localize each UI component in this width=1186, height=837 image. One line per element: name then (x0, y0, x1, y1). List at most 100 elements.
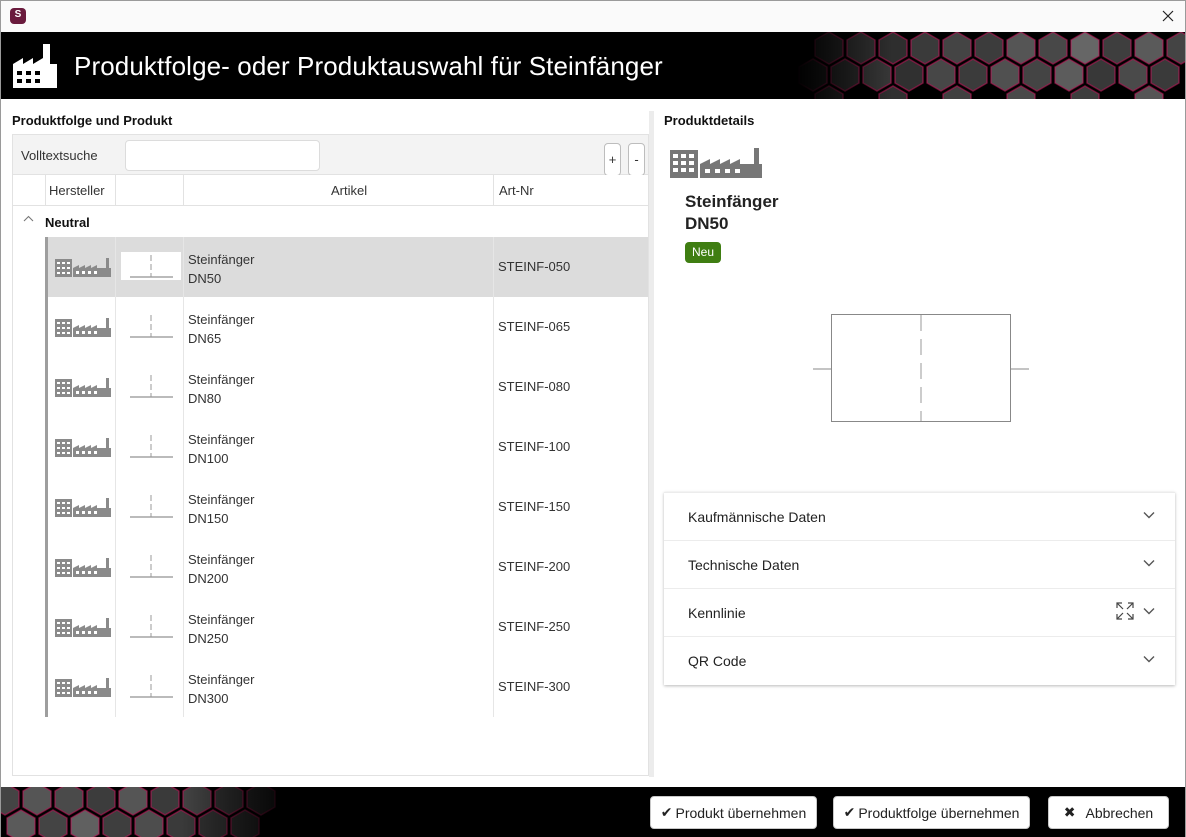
article-number: STEINF-150 (498, 499, 571, 514)
column-header-artikel[interactable]: Artikel (331, 183, 367, 198)
column-header-art-nr[interactable]: Art-Nr (499, 183, 534, 198)
detail-name-line2: DN50 (685, 214, 729, 233)
group-label: Neutral (45, 215, 90, 230)
accordion-qr-code[interactable]: QR Code (664, 636, 1175, 684)
manufacturer-icon (55, 617, 111, 642)
article-name: Steinfänger DN50 (188, 250, 255, 288)
article-name-line2: DN300 (188, 691, 229, 706)
table-row[interactable]: Steinfänger DN80 STEINF-080 (45, 357, 648, 417)
article-name-line1: Steinfänger (188, 312, 255, 327)
article-number: STEINF-065 (498, 319, 571, 334)
table-row[interactable]: Steinfänger DN50 STEINF-050 (45, 237, 648, 297)
expand-all-button[interactable]: + (604, 143, 621, 176)
detail-product-name: Steinfänger DN50 (685, 191, 779, 235)
article-name: Steinfänger DN250 (188, 610, 255, 648)
accordion-label: Kennlinie (688, 605, 746, 621)
article-name-line2: DN250 (188, 631, 229, 646)
hexagon-pattern (1, 787, 301, 837)
manufacturer-icon (55, 677, 111, 702)
accordion-kaufmaennische-daten[interactable]: Kaufmännische Daten (664, 492, 1175, 540)
table-row[interactable]: Steinfänger DN100 STEINF-100 (45, 417, 648, 477)
article-name: Steinfänger DN80 (188, 370, 255, 408)
apply-product-label: Produkt übernehmen (675, 804, 807, 821)
panel-splitter[interactable] (649, 111, 654, 777)
check-icon: ✔ (660, 804, 673, 820)
article-name-line1: Steinfänger (188, 672, 255, 687)
table-row[interactable]: Steinfänger DN200 STEINF-200 (45, 537, 648, 597)
dialog-title: Produktfolge- oder Produktauswahl für St… (74, 51, 663, 81)
article-name-line2: DN50 (188, 271, 222, 286)
accordion-label: Technische Daten (688, 557, 800, 573)
detail-name-line1: Steinfänger (685, 192, 779, 211)
article-name-line1: Steinfänger (188, 252, 255, 267)
table-row[interactable]: Steinfänger DN300 STEINF-300 (45, 657, 648, 717)
chevron-down-icon[interactable] (1143, 655, 1155, 663)
manufacturer-icon (55, 257, 111, 282)
article-name-line1: Steinfänger (188, 612, 255, 627)
symbol-icon (121, 552, 181, 580)
check-icon: ✔ (843, 804, 856, 820)
header-banner: Produktfolge- oder Produktauswahl für St… (1, 32, 1185, 99)
symbol-icon (121, 252, 181, 280)
app-logo-icon (10, 8, 26, 24)
hexagon-pattern (795, 32, 1185, 99)
right-section-title: Produktdetails (664, 113, 755, 128)
chevron-up-icon[interactable] (23, 215, 34, 222)
close-button[interactable] (1155, 4, 1181, 28)
article-name-line2: DN65 (188, 331, 222, 346)
article-number: STEINF-200 (498, 559, 571, 574)
table-row[interactable]: Steinfänger DN250 STEINF-250 (45, 597, 648, 657)
collapse-all-button[interactable]: - (628, 143, 645, 176)
article-number: STEINF-300 (498, 679, 571, 694)
apply-product-button[interactable]: ✔ Produkt übernehmen (650, 796, 817, 829)
article-name: Steinfänger DN200 (188, 550, 255, 588)
article-name-line1: Steinfänger (188, 432, 255, 447)
article-name-line2: DN200 (188, 571, 229, 586)
search-bar: Volltextsuche + - (13, 135, 648, 176)
search-input[interactable] (125, 140, 320, 171)
article-name-line2: DN150 (188, 511, 229, 526)
detail-accordion: Kaufmännische Daten Technische Daten Ken… (664, 492, 1175, 685)
article-name: Steinfänger DN65 (188, 310, 255, 348)
symbol-icon (121, 432, 181, 460)
table-row[interactable]: Steinfänger DN65 STEINF-065 (45, 297, 648, 357)
manufacturer-icon (55, 317, 111, 342)
column-header-hersteller[interactable]: Hersteller (49, 183, 105, 198)
article-number: STEINF-100 (498, 439, 571, 454)
manufacturer-icon (55, 377, 111, 402)
chevron-down-icon[interactable] (1143, 559, 1155, 567)
manufacturer-icon (670, 148, 762, 178)
symbol-icon (121, 372, 181, 400)
article-name: Steinfänger DN100 (188, 430, 255, 468)
apply-series-button[interactable]: ✔ Produktfolge übernehmen (833, 796, 1030, 829)
fullscreen-icon[interactable] (1116, 602, 1134, 620)
title-bar (1, 1, 1185, 32)
chevron-down-icon[interactable] (1143, 607, 1155, 615)
footer-bar: ✔ Produkt übernehmen ✔ Produktfolge über… (1, 787, 1185, 837)
manufacturer-icon (55, 497, 111, 522)
search-label: Volltextsuche (21, 148, 98, 163)
accordion-kennlinie[interactable]: Kennlinie (664, 588, 1175, 636)
product-grid: Volltextsuche + - Hersteller Artikel Art… (12, 134, 649, 776)
dialog-window: Produktfolge- oder Produktauswahl für St… (0, 0, 1186, 837)
article-number: STEINF-050 (498, 259, 571, 274)
symbol-icon (121, 492, 181, 520)
article-name-line1: Steinfänger (188, 372, 255, 387)
article-name-line2: DN100 (188, 451, 229, 466)
cancel-button[interactable]: ✖ Abbrechen (1048, 796, 1169, 829)
apply-series-label: Produktfolge übernehmen (858, 804, 1020, 821)
article-name: Steinfänger DN300 (188, 670, 255, 708)
article-number: STEINF-080 (498, 379, 571, 394)
symbol-icon (121, 612, 181, 640)
article-name-line1: Steinfänger (188, 492, 255, 507)
group-row-neutral[interactable]: Neutral (13, 206, 648, 237)
symbol-icon (121, 672, 181, 700)
cancel-label: Abbrechen (1085, 804, 1154, 821)
close-icon (1162, 10, 1174, 22)
chevron-down-icon[interactable] (1143, 511, 1155, 519)
symbol-icon (121, 312, 181, 340)
table-row[interactable]: Steinfänger DN150 STEINF-150 (45, 477, 648, 537)
manufacturer-icon (55, 437, 111, 462)
left-section-title: Produktfolge und Produkt (12, 113, 173, 128)
accordion-technische-daten[interactable]: Technische Daten (664, 540, 1175, 588)
